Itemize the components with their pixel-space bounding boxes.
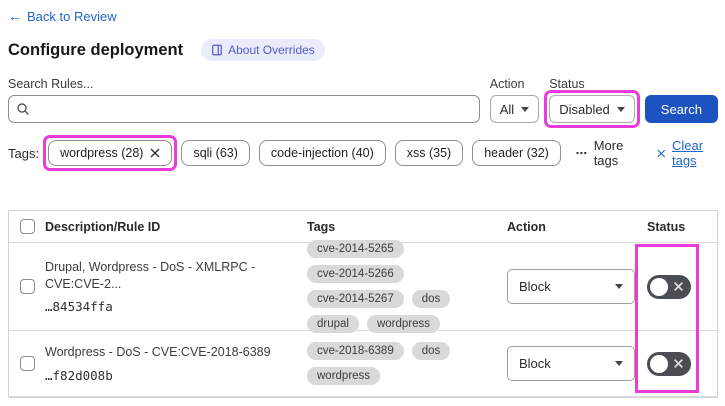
status-filter-dropdown[interactable]: Disabled (549, 95, 635, 123)
back-to-review-link[interactable]: ← Back to Review (8, 8, 117, 24)
chevron-down-icon (616, 106, 625, 112)
search-rules-label: Search Rules... (8, 77, 94, 91)
clear-icon (657, 149, 666, 157)
clear-tags-button[interactable]: Clear tags (657, 138, 718, 168)
column-header-description: Description/Rule ID (45, 219, 161, 234)
chevron-down-icon (615, 361, 623, 366)
toggle-knob (650, 354, 668, 373)
tag-pill-label: wordpress (28) (60, 146, 144, 160)
search-input-wrap (8, 95, 480, 123)
about-overrides-label: About Overrides (228, 43, 315, 57)
action-filter-dropdown[interactable]: All (489, 95, 540, 123)
title-row: Configure deployment About Overrides (8, 39, 718, 61)
status-toggle-off[interactable] (647, 351, 691, 376)
row-checkbox[interactable] (19, 279, 35, 294)
back-link-label: Back to Review (27, 8, 117, 24)
tag-pill-code-injection[interactable]: code-injection (40) (258, 140, 386, 166)
ellipsis-icon (576, 151, 587, 155)
selected-tag-highlight: wordpress (28) (43, 135, 178, 171)
action-dropdown[interactable]: Block (507, 269, 635, 304)
column-header-status: Status (647, 219, 686, 234)
more-tags-label: More tags (593, 138, 624, 168)
about-overrides-badge[interactable]: About Overrides (201, 39, 325, 61)
search-icon (17, 103, 29, 115)
action-value: Block (519, 356, 551, 371)
action-filter-value: All (499, 101, 515, 117)
column-header-tags: Tags (307, 219, 336, 234)
tag-pill-xss[interactable]: xss (35) (394, 140, 464, 166)
action-filter-label: Action (489, 77, 525, 91)
tag-chip: cve-2018-6389 (307, 342, 404, 360)
rule-tags: cve-2014-5265 cve-2014-5266 cve-2014-526… (307, 240, 493, 333)
filter-row: Search Rules... Action All Status Disabl… (8, 77, 718, 128)
tag-pill-header[interactable]: header (32) (472, 140, 561, 166)
tag-chip: drupal (307, 315, 359, 333)
rule-id: …f82d008b (45, 367, 113, 383)
column-header-action: Action (507, 219, 546, 234)
table-row: Wordpress - DoS - CVE:CVE-2018-6389 …f82… (9, 331, 717, 397)
remove-tag-icon[interactable] (150, 148, 160, 158)
tag-pill-wordpress[interactable]: wordpress (28) (48, 140, 173, 166)
status-filter-value: Disabled (559, 101, 610, 117)
tag-chip: dos (411, 290, 451, 308)
tag-pill-sqli[interactable]: sqli (63) (181, 140, 250, 166)
chevron-down-icon (615, 284, 623, 289)
book-icon (211, 44, 223, 56)
rules-table: Description/Rule ID Tags Action Status D… (8, 210, 718, 398)
rule-description: Drupal, Wordpress - DoS - XMLRPC - CVE:C… (45, 260, 256, 291)
tag-pill-label: code-injection (40) (270, 146, 374, 160)
tag-pill-label: xss (35) (406, 146, 452, 160)
more-tags-button[interactable]: More tags (576, 138, 639, 168)
tags-label: Tags: (8, 145, 40, 161)
table-header-row: Description/Rule ID Tags Action Status (9, 211, 717, 243)
status-toggle-off[interactable] (647, 274, 691, 299)
back-arrow-icon: ← (8, 8, 22, 24)
toggle-knob (650, 277, 668, 296)
tag-chip: dos (411, 342, 451, 360)
rule-tags: cve-2018-6389 dos wordpress (307, 342, 493, 385)
table-row: Drupal, Wordpress - DoS - XMLRPC - CVE:C… (9, 240, 717, 333)
search-button[interactable]: Search (644, 95, 718, 123)
rule-id: …84534ffa (45, 298, 113, 314)
status-filter-highlight: Disabled (544, 90, 640, 128)
tag-chip: cve-2014-5265 (307, 240, 404, 258)
action-dropdown[interactable]: Block (507, 346, 635, 381)
tag-chip: cve-2014-5266 (307, 265, 404, 283)
tag-chip: wordpress (307, 367, 381, 385)
tags-bar: Tags: wordpress (28) sqli (63) code-inje… (8, 135, 718, 171)
tag-chip: cve-2014-5267 (307, 290, 404, 308)
tag-pill-label: header (32) (484, 146, 549, 160)
status-filter-label: Status (549, 77, 585, 91)
rule-description: Wordpress - DoS - CVE:CVE-2018-6389 (45, 345, 271, 360)
action-value: Block (519, 279, 551, 294)
tag-pill-label: sqli (63) (193, 146, 238, 160)
page-title: Configure deployment (8, 40, 184, 59)
row-checkbox[interactable] (19, 356, 35, 371)
select-all-checkbox[interactable] (19, 219, 35, 234)
toggle-x-icon (674, 281, 683, 291)
clear-tags-label: Clear tags (671, 138, 704, 168)
tag-chip: wordpress (366, 315, 441, 333)
configure-deployment-page: ← Back to Review Configure deployment Ab… (0, 0, 725, 406)
search-rules-input[interactable] (8, 95, 480, 123)
chevron-down-icon (521, 106, 530, 112)
toggle-x-icon (674, 358, 683, 368)
